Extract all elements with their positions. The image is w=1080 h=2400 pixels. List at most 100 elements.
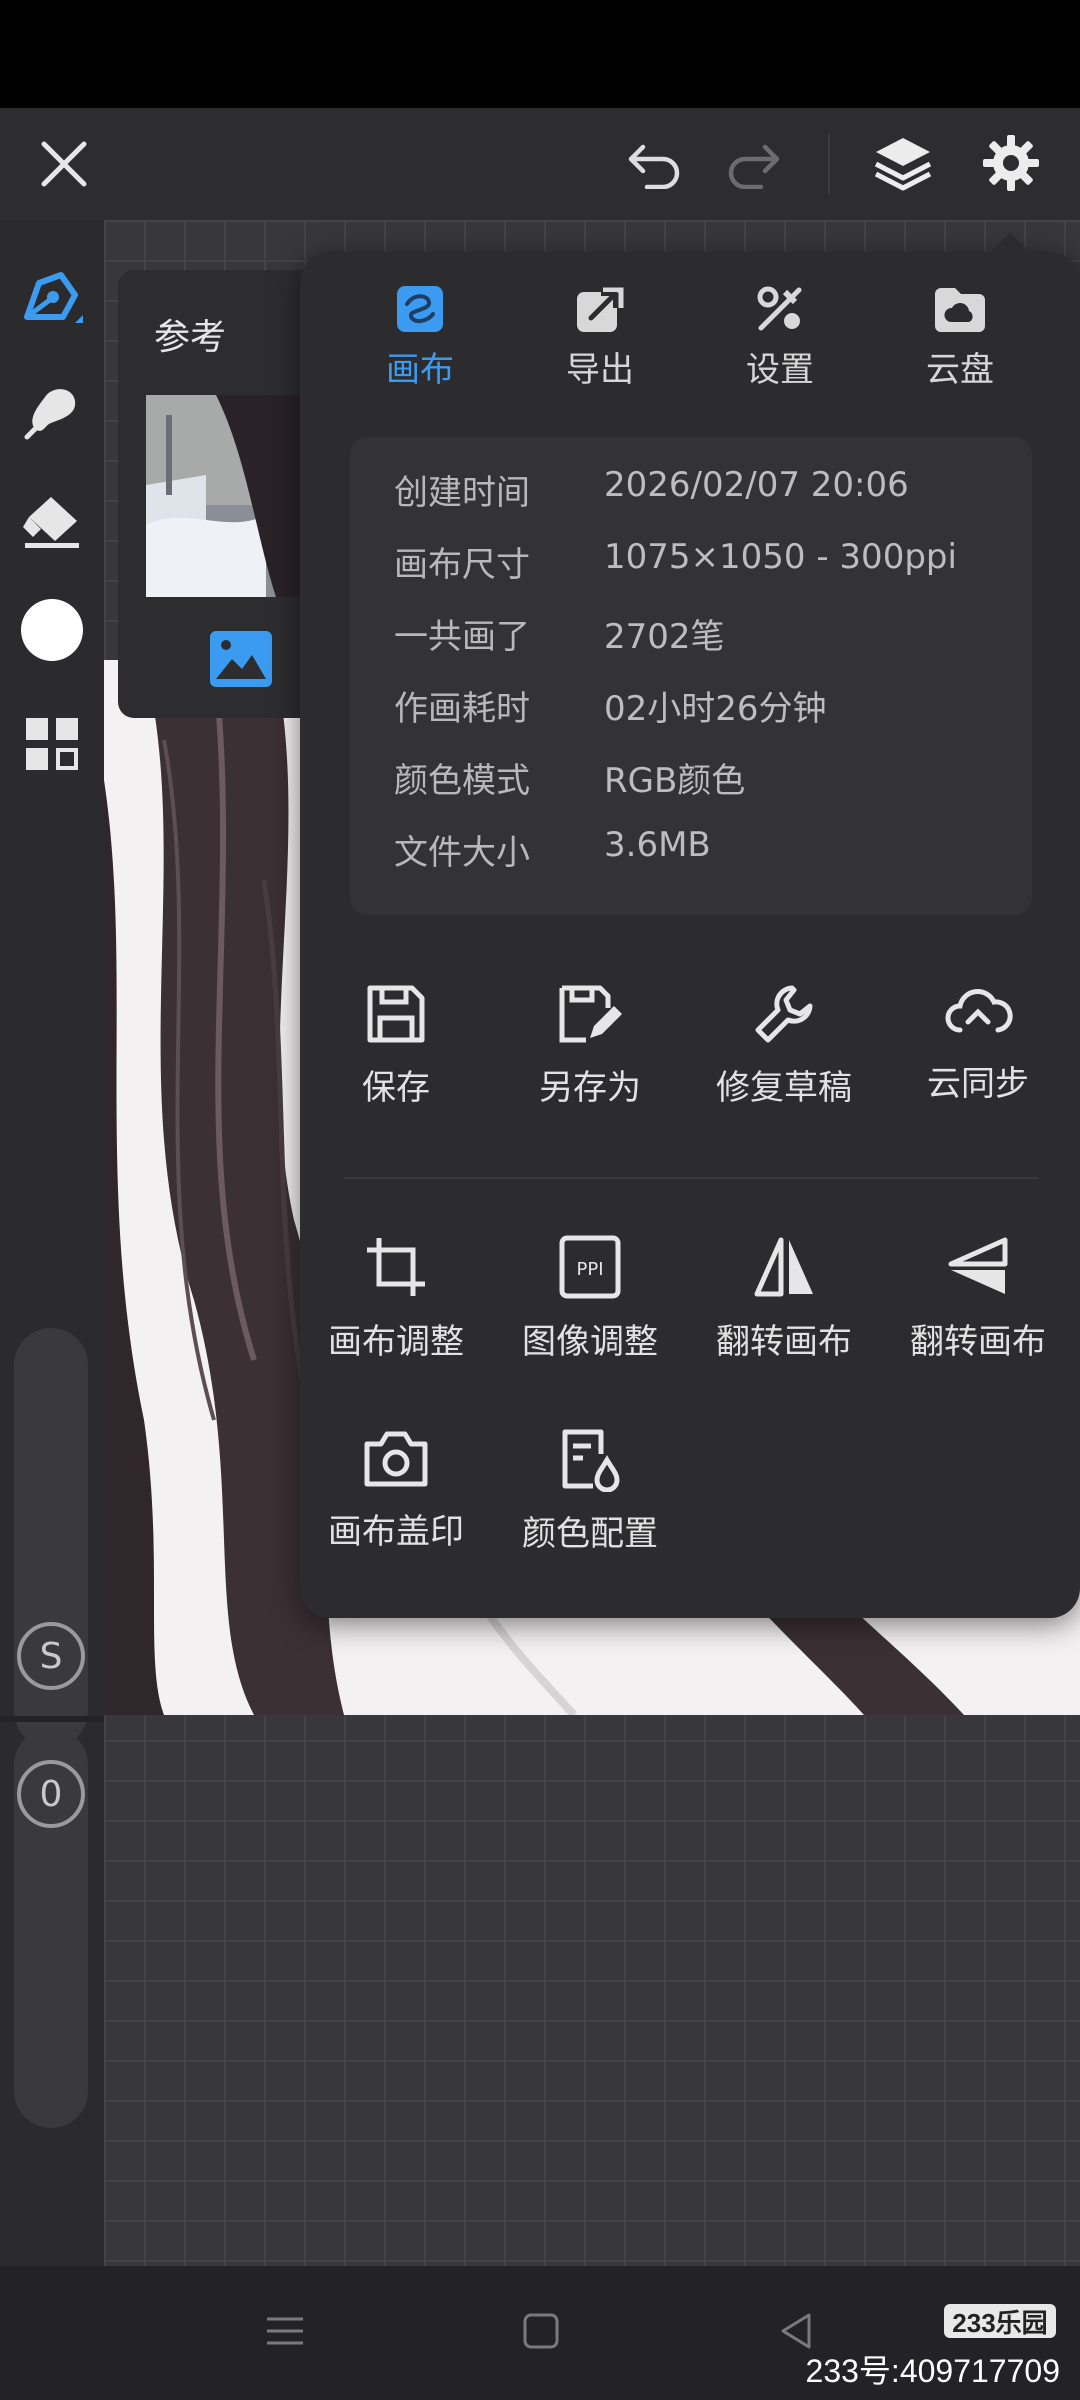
info-row-duration: 作画耗时 02小时26分钟 <box>394 681 1014 731</box>
save-as-button[interactable]: 另存为 <box>502 982 678 1109</box>
reference-title: 参考 <box>154 317 227 358</box>
gear-icon <box>983 135 1039 191</box>
repair-draft-button[interactable]: 修复草稿 <box>696 982 872 1109</box>
tab-cloud-drive-label: 云盘 <box>926 350 994 390</box>
nav-home-button[interactable] <box>506 2296 576 2366</box>
smudge-tool-button[interactable] <box>14 372 90 448</box>
info-key: 颜色模式 <box>394 761 530 801</box>
grid-icon <box>26 718 78 770</box>
tab-canvas-label: 画布 <box>386 350 454 390</box>
info-row-size: 画布尺寸 1075×1050 - 300ppi <box>394 537 1014 587</box>
status-bar <box>0 0 1080 108</box>
cloud-sync-label: 云同步 <box>927 1064 1029 1104</box>
image-adjust-button[interactable]: PPI 图像调整 <box>502 1234 678 1363</box>
flip-horizontal-icon <box>754 1237 813 1297</box>
info-value: 1075×1050 - 300ppi <box>604 537 957 577</box>
eraser-icon <box>23 497 79 548</box>
undo-icon <box>628 144 680 189</box>
cloud-drive-icon <box>935 288 985 332</box>
top-bar <box>0 108 1080 220</box>
reference-thumbnail[interactable] <box>146 395 318 597</box>
export-icon <box>577 287 624 332</box>
canvas-icon <box>397 286 443 332</box>
info-value: 3.6MB <box>604 825 711 865</box>
eraser-tool-button[interactable] <box>14 484 90 560</box>
image-adjust-label: 图像调整 <box>522 1322 658 1362</box>
color-config-label: 颜色配置 <box>522 1514 658 1554</box>
flip-horizontal-button[interactable]: 翻转画布 <box>696 1234 872 1363</box>
info-value: RGB颜色 <box>604 761 746 801</box>
tab-settings-label: 设置 <box>746 350 814 390</box>
redo-button[interactable] <box>720 134 786 196</box>
opacity-badge-label: 0 <box>39 1773 63 1815</box>
repair-icon <box>755 985 813 1043</box>
brush-tool-button[interactable] <box>14 262 90 338</box>
camera-icon <box>364 1431 428 1487</box>
info-row-color-mode: 颜色模式 RGB颜色 <box>394 753 1014 803</box>
tab-export-label: 导出 <box>566 350 634 390</box>
cloud-sync-button[interactable]: 云同步 <box>890 982 1066 1105</box>
repair-draft-label: 修复草稿 <box>716 1068 852 1108</box>
size-badge: S <box>17 1622 85 1690</box>
svg-text:PPI: PPI <box>576 1259 603 1280</box>
save-as-label: 另存为 <box>539 1068 641 1108</box>
info-value: 02小时26分钟 <box>604 689 827 729</box>
save-icon <box>367 985 425 1043</box>
flip-horizontal-label: 翻转画布 <box>716 1322 852 1362</box>
settings-tools-icon <box>757 286 802 331</box>
current-color-swatch <box>21 599 83 661</box>
material-button[interactable] <box>14 706 90 782</box>
flip-vertical-button[interactable]: 翻转画布 <box>890 1234 1066 1363</box>
tab-export[interactable]: 导出 <box>530 284 670 391</box>
canvas-info-box: 创建时间 2026/02/07 20:06 画布尺寸 1075×1050 - 3… <box>350 437 1032 915</box>
menu-icon <box>267 2317 303 2345</box>
info-key: 作画耗时 <box>394 689 530 729</box>
smudge-icon <box>24 389 76 440</box>
tab-settings[interactable]: 设置 <box>710 284 850 391</box>
ppi-icon: PPI <box>559 1235 621 1299</box>
layers-icon <box>874 138 932 191</box>
canvas-stamp-label: 画布盖印 <box>328 1512 464 1552</box>
tab-cloud-drive[interactable]: 云盘 <box>890 284 1030 391</box>
info-key: 一共画了 <box>394 617 530 657</box>
color-config-button[interactable]: 颜色配置 <box>502 1426 678 1555</box>
info-row-strokes: 一共画了 2702笔 <box>394 609 1014 659</box>
close-icon <box>41 141 87 187</box>
canvas-adjust-label: 画布调整 <box>328 1322 464 1362</box>
info-key: 文件大小 <box>394 833 530 873</box>
canvas-menu-panel: 画布 导出 设置 云盘 创建时间 2026/02/07 20:06 画布尺寸 1… <box>300 232 1080 1618</box>
redo-icon <box>728 144 780 189</box>
close-button[interactable] <box>30 130 98 198</box>
left-toolbar: S 0 <box>0 220 104 2266</box>
reference-panel[interactable]: 参考 <box>118 270 318 718</box>
menu-divider <box>344 1177 1038 1179</box>
crop-icon <box>367 1238 425 1296</box>
flip-vertical-label: 翻转画布 <box>910 1322 1046 1362</box>
color-picker-button[interactable] <box>14 592 90 668</box>
save-label: 保存 <box>362 1068 430 1108</box>
save-button[interactable]: 保存 <box>308 982 484 1109</box>
canvas-adjust-button[interactable]: 画布调整 <box>308 1234 484 1363</box>
size-badge-label: S <box>39 1635 63 1677</box>
layers-button[interactable] <box>868 128 938 198</box>
reference-photo <box>146 395 318 597</box>
save-as-icon <box>559 985 622 1043</box>
tab-canvas[interactable]: 画布 <box>350 284 490 391</box>
info-row-file-size: 文件大小 3.6MB <box>394 825 1014 875</box>
undo-button[interactable] <box>622 134 688 196</box>
pen-icon <box>24 272 83 323</box>
nav-menu-button[interactable] <box>250 2296 320 2366</box>
color-config-icon <box>562 1429 620 1492</box>
info-value: 2026/02/07 20:06 <box>604 465 909 505</box>
watermark-logo: 233乐园 <box>944 2304 1056 2338</box>
reference-import-button[interactable] <box>204 622 278 696</box>
info-key: 创建时间 <box>394 473 530 513</box>
canvas-stamp-button[interactable]: 画布盖印 <box>308 1426 484 1553</box>
info-key: 画布尺寸 <box>394 545 530 585</box>
opacity-badge: 0 <box>17 1760 85 1828</box>
image-icon <box>210 631 272 687</box>
flip-vertical-icon <box>948 1237 1008 1294</box>
back-triangle-icon <box>781 2313 811 2349</box>
watermark-text: 233号:409717709 <box>805 2353 1060 2389</box>
settings-button[interactable] <box>976 128 1046 198</box>
